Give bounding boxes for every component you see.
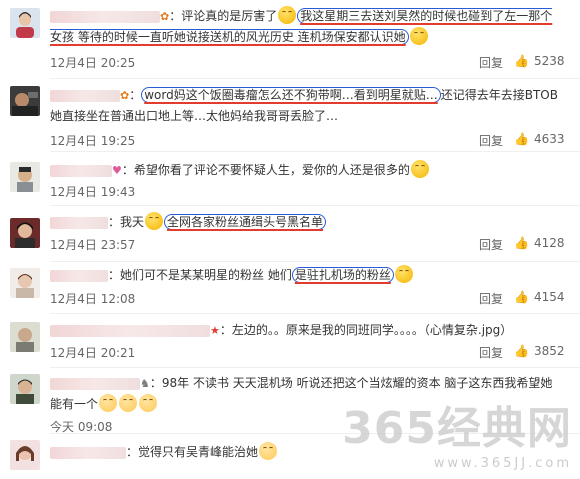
watermark-url: www.365JJ.com: [433, 456, 572, 471]
highlighted-text: 全网各家粉丝通缉头号黑名单: [164, 214, 327, 230]
divider: [50, 78, 580, 79]
thumbs-up-icon: 👍: [514, 132, 529, 146]
like-count: 5238: [534, 54, 565, 68]
comment-text: ：我天: [108, 215, 145, 229]
username[interactable]: [50, 269, 108, 282]
smiling-emoji-icon: [119, 394, 138, 412]
comment-item: ：我天 全网各家粉丝通缉头号黑名单 12月4日 23:57 回复 👍 4128: [0, 206, 580, 262]
comment-text: ：: [129, 88, 142, 102]
username[interactable]: [50, 446, 126, 459]
vip-badge-icon: ✿: [120, 89, 130, 102]
thumbs-up-icon: 👍: [514, 344, 529, 358]
medal-badge-icon: ♞: [140, 377, 150, 390]
laughing-emoji-icon: [394, 265, 413, 283]
comment-item: ：她们可不是某某明星的粉丝 她们 是驻扎机场的粉丝 12月4日 12:08 回复 …: [0, 262, 580, 314]
laughing-emoji-icon: [145, 212, 164, 230]
like-button[interactable]: 👍 5238: [514, 54, 565, 68]
like-button[interactable]: 👍 4633: [514, 132, 565, 146]
username[interactable]: [50, 324, 210, 337]
highlighted-text: 是驻扎机场的粉丝: [291, 267, 394, 283]
avatar[interactable]: [10, 322, 40, 352]
avatar[interactable]: [10, 86, 40, 116]
like-count: 4128: [534, 236, 565, 250]
reply-button[interactable]: 回复: [479, 132, 503, 149]
comment-time: 12月4日 19:25: [50, 134, 136, 148]
comment-time: 12月4日 23:57: [50, 238, 136, 252]
reply-button[interactable]: 回复: [479, 236, 503, 253]
laughing-emoji-icon: [278, 6, 297, 24]
avatar[interactable]: [10, 8, 40, 38]
avatar[interactable]: [10, 162, 40, 192]
avatar[interactable]: [10, 374, 40, 404]
comment-item: ✿： word妈这个饭圈毒瘤怎么还不狗带啊…看到明星就贴… 还记得去年去接BTOB她…: [0, 80, 580, 152]
comment-time: 12月4日 20:21: [50, 346, 136, 360]
laughing-emoji-icon: [409, 27, 428, 45]
reply-button[interactable]: 回复: [479, 54, 503, 71]
username[interactable]: [50, 89, 120, 102]
avatar[interactable]: [10, 440, 40, 470]
comment-text: ：觉得只有吴青峰能治她: [126, 445, 259, 459]
comment-body: ✿：评论真的是厉害了 我这星期三去送刘昊然的时候也碰到了左一那个女孩 等待的时候一…: [50, 6, 558, 47]
star-badge-icon: ★: [210, 324, 220, 337]
like-count: 4154: [534, 290, 565, 304]
username[interactable]: [50, 164, 112, 177]
comment-body: ★：左边的。。原来是我的同班同学。。。。（心情复杂.jpg）: [50, 320, 558, 341]
comment-text: ：希望你看了评论不要怀疑人生，爱你的人还是很多的: [121, 163, 410, 177]
like-count: 3852: [534, 344, 565, 358]
comment-body: ✿： word妈这个饭圈毒瘤怎么还不狗带啊…看到明星就贴… 还记得去年去接BTOB她…: [50, 85, 558, 126]
avatar[interactable]: [10, 268, 40, 298]
like-button[interactable]: 👍 3852: [514, 344, 565, 358]
reply-button[interactable]: 回复: [479, 344, 503, 361]
vip-badge-icon: ♥: [112, 164, 122, 177]
comment-text: ：评论真的是厉害了: [169, 9, 278, 23]
like-button[interactable]: 👍 4128: [514, 236, 565, 250]
thumbs-up-icon: 👍: [514, 236, 529, 250]
comment-time: 12月4日 20:25: [50, 56, 136, 70]
highlighted-text: word妈这个饭圈毒瘤怎么还不狗带啊…看到明星就贴…: [141, 87, 441, 103]
avatar[interactable]: [10, 218, 40, 248]
laughing-emoji-icon: [410, 160, 429, 178]
username[interactable]: [50, 10, 160, 23]
thumbs-up-icon: 👍: [514, 290, 529, 304]
comment-body: ♥：希望你看了评论不要怀疑人生，爱你的人还是很多的: [50, 160, 558, 181]
watermark-title: 365经典网: [342, 403, 572, 454]
comment-item: ♥：希望你看了评论不要怀疑人生，爱你的人还是很多的 12月4日 19:43: [0, 152, 580, 206]
smiling-emoji-icon: [139, 394, 158, 412]
comment-text: ：她们可不是某某明星的粉丝 她们: [108, 268, 292, 282]
thumbs-up-icon: 👍: [514, 54, 529, 68]
comment-item: ✿：评论真的是厉害了 我这星期三去送刘昊然的时候也碰到了左一那个女孩 等待的时候一…: [0, 0, 580, 80]
username[interactable]: [50, 216, 108, 229]
comment-text: ：左边的。。原来是我的同班同学。。。。（心情复杂.jpg）: [219, 323, 513, 337]
like-button[interactable]: 👍 4154: [514, 290, 565, 304]
comment-item: ★：左边的。。原来是我的同班同学。。。。（心情复杂.jpg） 12月4日 20:…: [0, 314, 580, 368]
watermark: 365经典网 www.365JJ.com: [342, 392, 572, 471]
comment-body: ：我天 全网各家粉丝通缉头号黑名单: [50, 212, 558, 232]
comment-time: 12月4日 12:08: [50, 292, 136, 306]
like-count: 4633: [534, 132, 565, 146]
comment-time: 12月4日 19:43: [50, 185, 136, 199]
vip-badge-icon: ✿: [160, 10, 170, 23]
reply-button[interactable]: 回复: [479, 290, 503, 307]
smiling-emoji-icon: [99, 394, 118, 412]
username[interactable]: [50, 377, 140, 390]
thinking-emoji-icon: [259, 442, 278, 460]
comment-body: ：她们可不是某某明星的粉丝 她们 是驻扎机场的粉丝: [50, 265, 558, 285]
